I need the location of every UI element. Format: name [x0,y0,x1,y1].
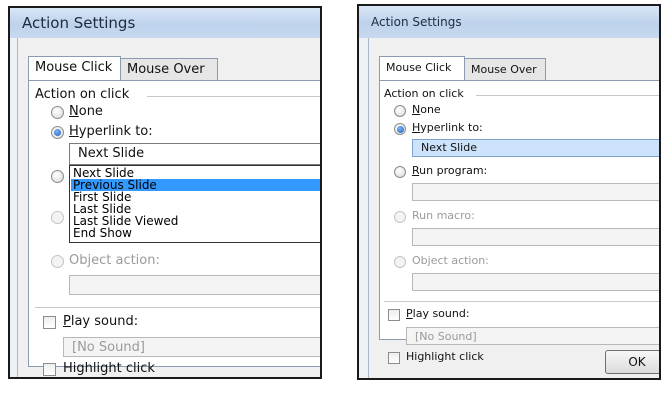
dialog-body: Mouse Click Mouse Over Action on click N… [368,38,659,378]
title-bar: Action Settings [10,8,320,38]
highlight-click-label: Highlight click [63,361,155,376]
option-object-action-label: Object action: [69,253,160,268]
title-bar: Action Settings [359,6,659,38]
dialog-title: Action Settings [371,15,462,29]
option-hyperlink-label: Hyperlink to: [69,124,153,139]
hyperlink-combo[interactable]: Next Slide [69,143,320,165]
right-dialog-screenshot: Action Settings Mouse Click Mouse Over A… [357,4,661,380]
sound-value: [No Sound] [72,340,145,355]
play-sound-checkbox[interactable] [388,309,400,321]
object-action-field[interactable] [69,275,320,295]
play-sound-label: Play sound: [406,307,470,320]
dialog-body: Mouse Click Mouse Over Action on click N… [17,38,320,377]
sound-select[interactable]: [No Sound] [406,327,659,345]
radio-hyperlink[interactable] [394,123,406,135]
dialog-title: Action Settings [22,14,136,32]
radio-run-macro[interactable] [394,211,406,223]
tab-mouse-over[interactable]: Mouse Over [120,58,218,80]
radio-none[interactable] [394,105,406,117]
play-sound-checkbox[interactable] [43,316,56,329]
option-object-action-label: Object action: [412,254,489,267]
radio-run-program[interactable] [394,166,406,178]
option-run-program-label: Run program: [412,164,488,177]
action-group-label: Action on click [384,87,464,100]
option-none-label: None [412,103,441,116]
tab-page: Action on click None Hyperlink to: Next … [28,80,320,376]
option-hyperlink-label: Hyperlink to: [412,121,483,134]
hyperlink-combo[interactable]: Next Slide [412,139,659,157]
radio-none[interactable] [51,106,64,119]
tab-mouse-over[interactable]: Mouse Over [464,58,546,80]
tab-mouse-click[interactable]: Mouse Click [379,56,465,80]
radio-run-macro[interactable] [51,211,64,224]
group-divider [147,96,320,97]
action-settings-dialog: Action Settings Mouse Click Mouse Over A… [359,6,659,378]
radio-run-program[interactable] [51,170,64,183]
option-run-macro-label: Run macro: [412,209,475,222]
tab-page: Action on click None Hyperlink to: Next … [379,80,659,364]
object-action-field[interactable] [412,273,659,291]
highlight-click-checkbox[interactable] [43,363,56,376]
section-divider [35,307,320,308]
radio-hyperlink[interactable] [51,126,64,139]
action-settings-dialog: Action Settings Mouse Click Mouse Over A… [10,8,320,377]
run-program-field[interactable] [412,183,659,201]
group-divider [476,95,659,96]
section-divider [384,301,659,302]
dropdown-item[interactable]: End Show [71,227,320,239]
hyperlink-dropdown-list: Next Slide Previous Slide First Slide La… [69,165,320,243]
ok-button[interactable]: OK [605,350,659,374]
action-group-label: Action on click [35,87,130,102]
left-dialog-screenshot: Action Settings Mouse Click Mouse Over A… [8,6,322,379]
sound-value: [No Sound] [415,330,477,343]
tab-mouse-click[interactable]: Mouse Click [28,56,121,80]
highlight-click-checkbox[interactable] [388,352,400,364]
sound-select[interactable]: [No Sound] [63,337,320,357]
highlight-click-label: Highlight click [406,350,484,363]
radio-object-action[interactable] [394,256,406,268]
play-sound-label: Play sound: [63,314,139,329]
radio-object-action[interactable] [51,255,64,268]
option-none-label: None [69,104,103,119]
run-macro-field[interactable] [412,228,659,246]
